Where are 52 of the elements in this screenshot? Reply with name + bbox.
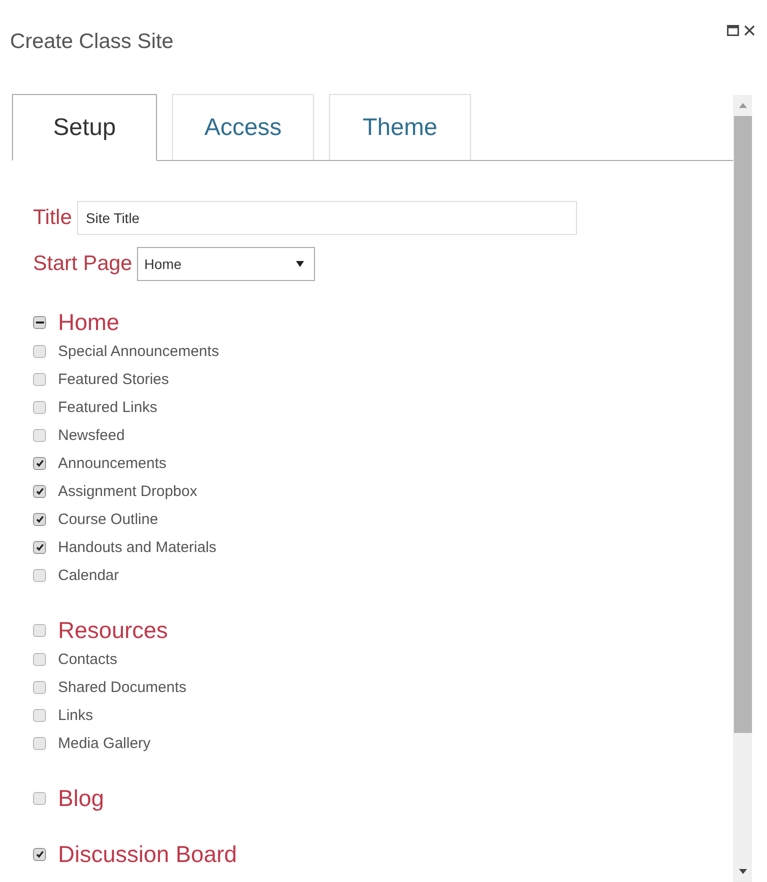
scrollbar-thumb[interactable] [734,116,752,733]
checkbox-label: Links [58,706,94,724]
checkbox-label: Course Outline [58,510,158,528]
checkbox-label: Handouts and Materials [58,538,216,556]
checkbox-label: Contacts [58,650,118,668]
dropdown-caret-icon [296,261,304,267]
checkbox-label: Special Announcements [58,342,219,360]
checkbox-label: Assignment Dropbox [58,482,198,500]
check-icon [34,486,44,496]
checkbox-label: Calendar [58,566,119,584]
checkbox-label: Featured Links [58,398,158,416]
checkbox[interactable] [33,372,46,386]
field-label: Start Page [33,252,132,276]
checkbox-label: Featured Stories [58,370,169,388]
title-input[interactable]: Site Title [76,201,577,235]
section-label: Home [58,308,120,336]
tab[interactable]: Theme [329,94,471,160]
checkbox[interactable] [33,344,46,358]
checkbox[interactable] [33,428,46,442]
checkbox[interactable] [33,316,46,328]
tab[interactable]: Setup [12,94,157,161]
scroll-down-icon[interactable] [738,869,746,874]
checkbox[interactable] [33,708,46,722]
section-label: Resources [58,616,168,644]
check-icon [34,542,44,552]
field-label: Title [33,206,72,230]
checkbox-label: Shared Documents [58,678,186,696]
checkbox[interactable] [33,652,46,666]
window-title: Create Class Site [10,30,174,55]
checkbox[interactable] [33,792,46,804]
checkbox[interactable] [33,512,46,526]
scroll-up-icon[interactable] [738,103,746,108]
section-label: Discussion Board [58,840,237,868]
checkbox-label: Media Gallery [58,734,151,752]
checkbox-label: Announcements [58,454,166,472]
checkbox[interactable] [33,736,46,750]
scrollbar[interactable] [733,95,752,882]
checkbox-label: Newsfeed [58,426,125,444]
start-page-dropdown[interactable]: Home [137,247,316,281]
tab[interactable]: Access [172,94,314,160]
check-icon [34,514,44,524]
checkbox[interactable] [33,456,46,470]
check-icon [34,458,44,468]
checkbox[interactable] [33,680,46,694]
checkbox[interactable] [33,484,46,498]
close-icon[interactable] [744,25,755,36]
checkbox[interactable] [33,400,46,414]
maximize-icon[interactable] [727,25,739,36]
checkbox[interactable] [33,540,46,554]
checkbox[interactable] [33,624,46,636]
section-label: Blog [58,784,104,812]
checkbox[interactable] [33,568,46,582]
